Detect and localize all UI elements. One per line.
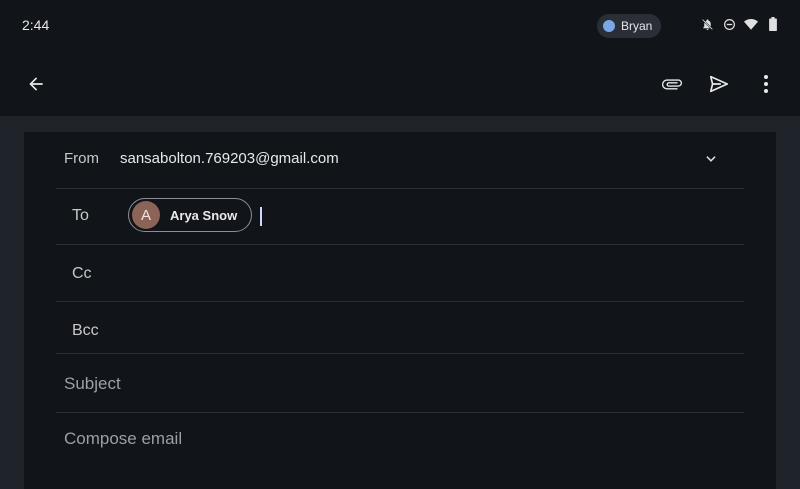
user-icon [603, 20, 615, 32]
do-not-disturb-icon [722, 17, 736, 31]
cc-row[interactable]: Cc [56, 245, 744, 302]
from-label: From [64, 150, 99, 167]
status-time: 2:44 [22, 17, 50, 33]
from-value: sansabolton.769203@gmail.com [120, 150, 339, 167]
avatar: A [132, 201, 160, 229]
compose-card: From sansabolton.769203@gmail.com To A A… [24, 132, 776, 489]
back-arrow-icon[interactable] [18, 66, 54, 102]
from-row[interactable]: From sansabolton.769203@gmail.com [56, 132, 744, 189]
app-bar [0, 52, 800, 116]
battery-icon [766, 17, 780, 31]
text-cursor [260, 207, 262, 226]
recipient-chip[interactable]: A Arya Snow [128, 198, 252, 232]
compose-placeholder: Compose email [64, 429, 183, 448]
user-chip[interactable]: Bryan [597, 14, 661, 38]
recipient-name: Arya Snow [170, 207, 238, 223]
status-bar: 2:44 Bryan [0, 0, 800, 52]
more-vert-icon[interactable] [748, 66, 784, 102]
send-icon[interactable] [701, 66, 737, 102]
bcc-row[interactable]: Bcc [56, 302, 744, 354]
compose-body[interactable]: Compose email [56, 413, 744, 489]
subject-placeholder: Subject [64, 374, 121, 393]
attach-icon[interactable] [654, 66, 690, 102]
subject-field[interactable]: Subject [56, 354, 744, 413]
wifi-icon [744, 17, 758, 31]
notifications-off-icon [700, 17, 714, 31]
chevron-down-icon[interactable] [704, 152, 718, 171]
to-row[interactable]: To A Arya Snow [56, 188, 744, 245]
to-label: To [72, 207, 89, 224]
status-icons [700, 17, 780, 31]
bcc-label: Bcc [72, 322, 99, 339]
top-bar: 2:44 Bryan [0, 0, 800, 116]
user-name: Bryan [621, 19, 653, 33]
cc-label: Cc [72, 265, 92, 282]
